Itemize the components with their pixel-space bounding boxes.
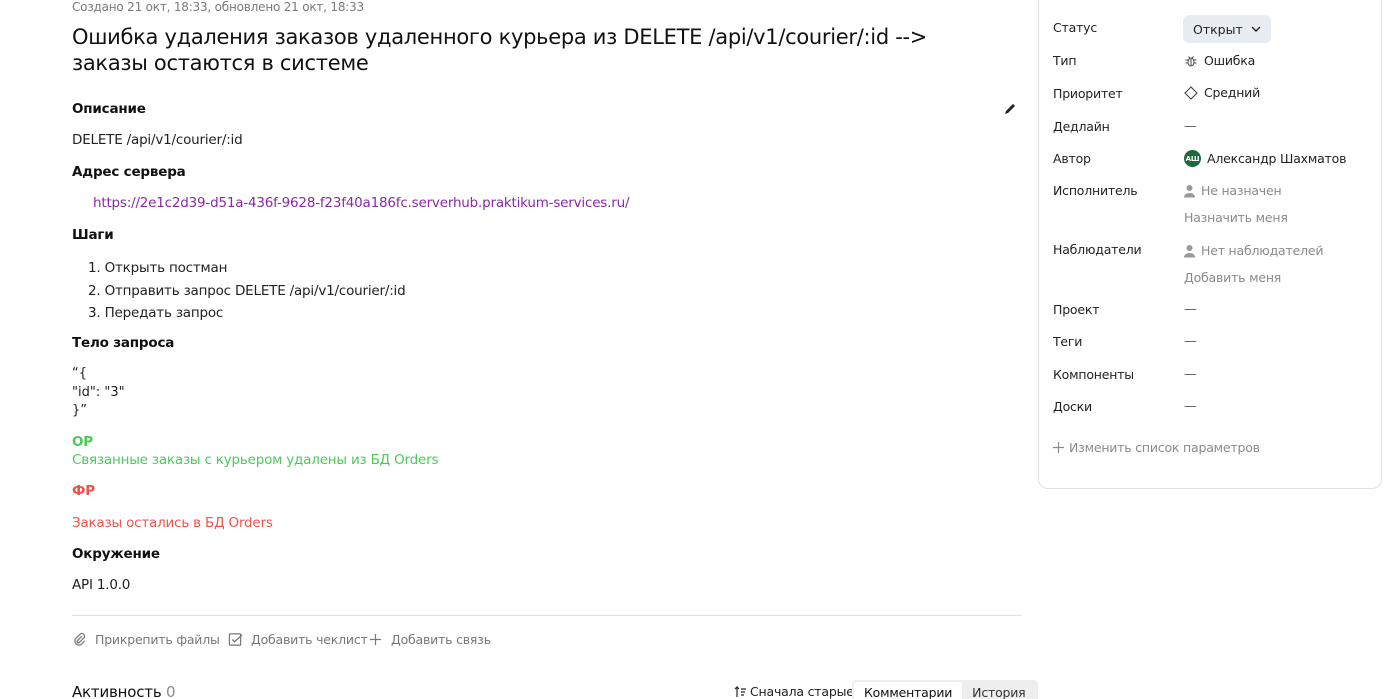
person-icon bbox=[1184, 184, 1195, 197]
boards-label: Доски bbox=[1053, 399, 1092, 414]
step-item: 1. Открыть постман bbox=[88, 260, 228, 276]
person-icon bbox=[1184, 244, 1195, 257]
status-dropdown[interactable]: Открыт bbox=[1183, 15, 1271, 43]
step-item: 2. Отправить запрос DELETE /api/v1/couri… bbox=[88, 282, 406, 299]
add-me-link[interactable]: Добавить меня bbox=[1184, 270, 1281, 285]
step-item: 3. Передать запрос bbox=[88, 305, 224, 321]
paperclip-icon bbox=[74, 632, 86, 646]
add-checklist-label: Добавить чеклист bbox=[251, 631, 368, 647]
status-label: Статус bbox=[1053, 20, 1098, 35]
attach-files-label: Прикрепить файлы bbox=[95, 631, 220, 647]
change-params-label: Изменить список параметров bbox=[1069, 440, 1260, 455]
author-name: Александр Шахматов bbox=[1207, 151, 1347, 166]
type-label: Тип bbox=[1053, 53, 1077, 68]
expected-result-label: ОР bbox=[72, 434, 93, 450]
assign-me-link[interactable]: Назначить меня bbox=[1184, 210, 1288, 225]
request-body-line: “{ bbox=[72, 366, 88, 381]
diamond-icon bbox=[1184, 85, 1198, 100]
author-value[interactable]: АШ Александр Шахматов bbox=[1184, 150, 1346, 167]
description-text: DELETE /api/v1/courier/:id bbox=[72, 132, 243, 148]
activity-tabs: Комментарии История bbox=[852, 680, 1038, 699]
request-body-heading: Тело запроса bbox=[72, 335, 175, 351]
status-value: Открыт bbox=[1193, 21, 1243, 37]
checklist-icon bbox=[228, 632, 243, 646]
issue-title[interactable]: Ошибка удаления заказов удаленного курье… bbox=[72, 24, 972, 76]
add-link-label: Добавить связь bbox=[391, 631, 491, 647]
pencil-icon[interactable] bbox=[1002, 101, 1018, 117]
tags-value[interactable]: — bbox=[1184, 333, 1197, 348]
divider bbox=[72, 615, 1022, 616]
priority-text: Средний bbox=[1204, 85, 1261, 100]
assignee-label: Исполнитель bbox=[1053, 183, 1138, 198]
watchers-label: Наблюдатели bbox=[1053, 242, 1142, 257]
priority-label: Приоритет bbox=[1053, 86, 1123, 101]
activity-count: 0 bbox=[166, 683, 176, 699]
request-body-line: }” bbox=[72, 403, 88, 418]
actual-result-label: ФР bbox=[72, 483, 95, 499]
author-label: Автор bbox=[1053, 151, 1091, 166]
environment-text: API 1.0.0 bbox=[72, 577, 131, 593]
project-value[interactable]: — bbox=[1184, 301, 1197, 316]
deadline-label: Дедлайн bbox=[1053, 119, 1110, 134]
attach-files-button[interactable]: Прикрепить файлы bbox=[72, 630, 220, 648]
components-value[interactable]: — bbox=[1184, 366, 1197, 381]
boards-value[interactable]: — bbox=[1184, 398, 1197, 413]
description-heading: Описание bbox=[72, 101, 146, 117]
tags-label: Теги bbox=[1053, 334, 1083, 349]
request-body-line: "id": "3" bbox=[72, 384, 125, 400]
request-body: “{ "id": "3" }” bbox=[72, 365, 125, 421]
parameters-panel: Статус Открыт Тип Ошибка Приоритет Средн… bbox=[1038, 0, 1382, 489]
watchers-value[interactable]: Нет наблюдателей bbox=[1184, 243, 1323, 258]
type-value[interactable]: Ошибка bbox=[1184, 53, 1255, 68]
sort-label: Сначала старые bbox=[750, 684, 854, 699]
bug-icon bbox=[1185, 55, 1197, 67]
assignee-text: Не назначен bbox=[1201, 183, 1282, 198]
activity-label: Активность bbox=[72, 683, 162, 699]
tab-comments[interactable]: Комментарии bbox=[854, 682, 963, 699]
expected-result-text: Связанные заказы с курьером удалены из Б… bbox=[72, 452, 439, 468]
project-label: Проект bbox=[1053, 302, 1100, 317]
plus-icon bbox=[1053, 442, 1064, 453]
components-label: Компоненты bbox=[1053, 367, 1134, 382]
actual-result-text: Заказы остались в БД Orders bbox=[72, 515, 273, 531]
type-text: Ошибка bbox=[1204, 53, 1256, 68]
plus-icon bbox=[369, 633, 382, 645]
tab-history[interactable]: История bbox=[962, 682, 1035, 699]
sort-icon bbox=[734, 685, 746, 697]
sort-button[interactable]: Сначала старые bbox=[734, 684, 854, 699]
watchers-text: Нет наблюдателей bbox=[1201, 243, 1324, 258]
chevron-down-icon bbox=[1251, 26, 1261, 32]
steps-heading: Шаги bbox=[72, 227, 114, 243]
server-heading: Адрес сервера bbox=[72, 164, 186, 180]
activity-heading: Активность 0 bbox=[72, 683, 176, 699]
add-link-button[interactable]: Добавить связь bbox=[368, 630, 491, 648]
assignee-value[interactable]: Не назначен bbox=[1184, 183, 1282, 198]
priority-value[interactable]: Средний bbox=[1184, 85, 1260, 100]
avatar: АШ bbox=[1184, 150, 1201, 167]
change-params-button[interactable]: Изменить список параметров bbox=[1053, 440, 1260, 455]
environment-heading: Окружение bbox=[72, 546, 160, 562]
deadline-value[interactable]: — bbox=[1184, 118, 1197, 133]
issue-meta: Создано 21 окт, 18:33, обновлено 21 окт,… bbox=[72, 0, 364, 14]
server-url-link[interactable]: https://2e1c2d39-d51a-436f-9628-f23f40a1… bbox=[93, 195, 629, 211]
steps-list: 1. Открыть постман 2. Отправить запрос D… bbox=[88, 257, 406, 325]
add-checklist-button[interactable]: Добавить чеклист bbox=[228, 630, 368, 648]
